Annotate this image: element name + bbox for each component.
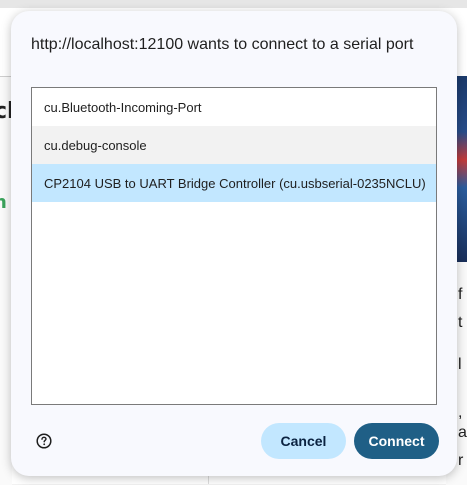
dialog-title: http://localhost:12100 wants to connect … [31, 36, 414, 53]
browser-toolbar-edge [0, 0, 467, 8]
background-text-fragment: , [458, 404, 463, 421]
help-circle-icon[interactable] [36, 433, 52, 449]
connect-button[interactable]: Connect [354, 423, 439, 459]
background-image [456, 76, 467, 262]
serial-port-dialog: http://localhost:12100 wants to connect … [11, 11, 457, 476]
cancel-button[interactable]: Cancel [261, 423, 346, 459]
background-text-fragment: ar [458, 424, 467, 441]
port-item-label: cu.debug-console [44, 137, 147, 153]
background-text-fragment: l [458, 356, 462, 373]
port-item-selected[interactable]: CP2104 USB to UART Bridge Controller (cu… [32, 164, 436, 202]
background-text-fragment: t [458, 314, 463, 331]
port-list[interactable]: cu.Bluetooth-Incoming-Port cu.debug-cons… [31, 87, 437, 405]
port-item-label: CP2104 USB to UART Bridge Controller (cu… [44, 175, 426, 191]
background-text-fragment: n [0, 192, 7, 213]
background-text-fragment: r [458, 452, 464, 469]
background-text-fragment: f [458, 286, 463, 303]
port-item[interactable]: cu.Bluetooth-Incoming-Port [32, 88, 436, 126]
port-item[interactable]: cu.debug-console [32, 126, 436, 164]
port-item-label: cu.Bluetooth-Incoming-Port [44, 99, 202, 115]
